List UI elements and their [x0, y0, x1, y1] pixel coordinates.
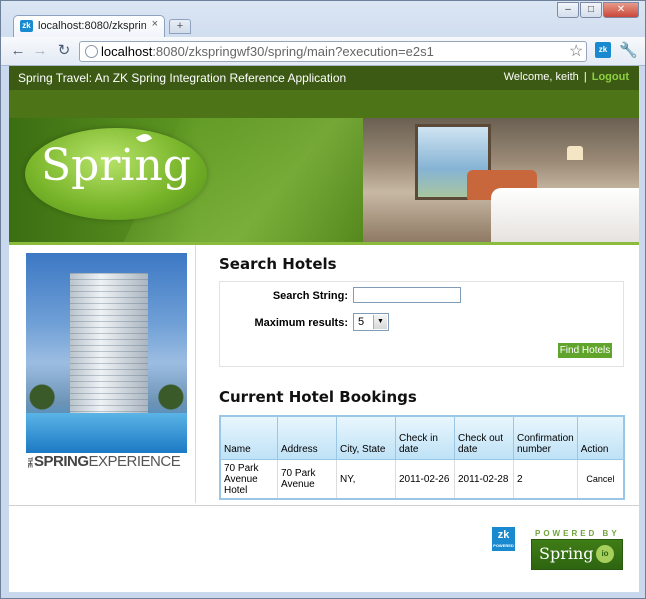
header-strip	[9, 90, 639, 118]
search-string-input[interactable]	[353, 287, 461, 303]
zk-powered-logo[interactable]: zk POWERED	[492, 527, 515, 551]
find-hotels-button[interactable]: Find Hotels	[558, 343, 612, 358]
column-header: Confirmation number	[513, 415, 578, 460]
url-host: localhost	[101, 44, 153, 59]
io-icon: io	[596, 545, 614, 563]
cancel-link[interactable]: Cancel	[586, 474, 614, 484]
close-window-button[interactable]: ✕	[603, 2, 639, 18]
current-bookings-title: Current Hotel Bookings	[219, 388, 417, 406]
banner: Spring	[9, 118, 639, 242]
cell-check-out: 2011-02-28	[454, 459, 514, 500]
logout-link[interactable]: Logout	[592, 71, 629, 83]
spring-experience-logo: THE SPRINGEXPERIENCE	[26, 453, 187, 471]
welcome-text: Welcome, keith	[503, 71, 579, 83]
zk-powered-text: POWERED	[493, 543, 514, 548]
maximize-button[interactable]: □	[580, 2, 602, 18]
column-header: Name	[219, 415, 278, 460]
photo-lamp	[567, 146, 583, 160]
experience-label: EXPERIENCE	[88, 453, 181, 470]
search-hotels-title: Search Hotels	[219, 255, 337, 273]
zk-favicon-icon: zk	[20, 20, 33, 32]
spring-io-logo[interactable]: Spring io	[531, 539, 623, 570]
cell-city-state: NY,	[336, 459, 396, 500]
reload-icon[interactable]: ↻	[55, 42, 73, 60]
page-viewport: Spring Travel: An ZK Spring Integration …	[9, 66, 639, 592]
column-header: City, State	[336, 415, 396, 460]
column-header: Check in date	[395, 415, 455, 460]
zk-extension-icon[interactable]: zk	[595, 42, 611, 58]
star-icon[interactable]: ☆	[569, 41, 583, 61]
title-bar: zk localhost:8080/zkspringw... × + –□✕	[1, 1, 645, 37]
app-title: Spring Travel: An ZK Spring Integration …	[18, 71, 347, 85]
max-results-value: 5	[358, 316, 365, 328]
back-icon[interactable]: ←	[9, 42, 27, 60]
photo-pool	[26, 413, 187, 453]
welcome-area: Welcome, keith | Logout	[504, 71, 629, 83]
table-header-row: Name Address City, State Check in date C…	[219, 415, 625, 460]
vertical-divider	[195, 245, 196, 503]
column-header: Check out date	[454, 415, 514, 460]
forward-icon[interactable]: →	[31, 42, 49, 60]
spring-logo: Spring	[25, 128, 207, 220]
spring-label: SPRING	[34, 453, 89, 470]
chevron-down-icon[interactable]: ▼	[373, 315, 387, 329]
search-form: Search String: Maximum results: 5 ▼ Find…	[219, 281, 624, 367]
window-controls: – □ ✕	[556, 1, 639, 19]
max-results-label: Maximum results:	[254, 317, 348, 329]
tab-close-icon[interactable]: ×	[152, 18, 158, 30]
hotel-tower-photo	[26, 253, 187, 453]
the-label: THE	[26, 456, 32, 468]
minimize-button[interactable]: –	[557, 2, 579, 18]
spring-badge-text: Spring	[539, 544, 594, 563]
globe-icon	[85, 45, 98, 58]
max-results-select[interactable]: 5 ▼	[353, 313, 389, 331]
url-text: localhost:8080/zkspringwf30/spring/main?…	[101, 44, 434, 59]
column-header: Action	[576, 415, 625, 460]
browser-toolbar: ← → ↻ localhost:8080/zkspringwf30/spring…	[1, 37, 645, 66]
zk-logo-text: zk	[497, 529, 510, 541]
address-bar[interactable]: localhost:8080/zkspringwf30/spring/main?…	[79, 41, 587, 62]
powered-by-label: POWERED BY	[535, 529, 620, 538]
cell-action: Cancel	[576, 459, 625, 500]
separator: |	[583, 71, 587, 83]
table-row: 70 Park Avenue Hotel 70 Park Avenue NY, …	[219, 459, 625, 500]
tab-title: localhost:8080/zkspringw...	[38, 20, 146, 32]
app-header: Spring Travel: An ZK Spring Integration …	[9, 66, 639, 90]
photo-palms	[26, 373, 187, 413]
browser-window: zk localhost:8080/zkspringw... × + –□✕ ←…	[0, 0, 646, 599]
cell-address: 70 Park Avenue	[277, 459, 337, 500]
url-path: :8080/zkspringwf30/spring/main?execution…	[152, 44, 434, 59]
cell-confirmation: 2	[513, 459, 578, 500]
banner-bottom-line	[9, 242, 639, 245]
search-string-label: Search String:	[272, 290, 348, 302]
bookings-table: Name Address City, State Check in date C…	[219, 415, 625, 500]
hotel-room-photo	[363, 118, 639, 242]
spring-logo-text: Spring	[41, 140, 191, 191]
browser-tab[interactable]: zk localhost:8080/zkspringw... ×	[13, 15, 165, 37]
new-tab-button[interactable]: +	[169, 19, 191, 34]
wrench-icon[interactable]: 🔧	[619, 41, 638, 59]
cell-check-in: 2011-02-26	[395, 459, 455, 500]
column-header: Address	[277, 415, 337, 460]
footer-divider	[9, 505, 639, 506]
cell-name: 70 Park Avenue Hotel	[219, 459, 278, 500]
photo-bed	[491, 188, 639, 242]
